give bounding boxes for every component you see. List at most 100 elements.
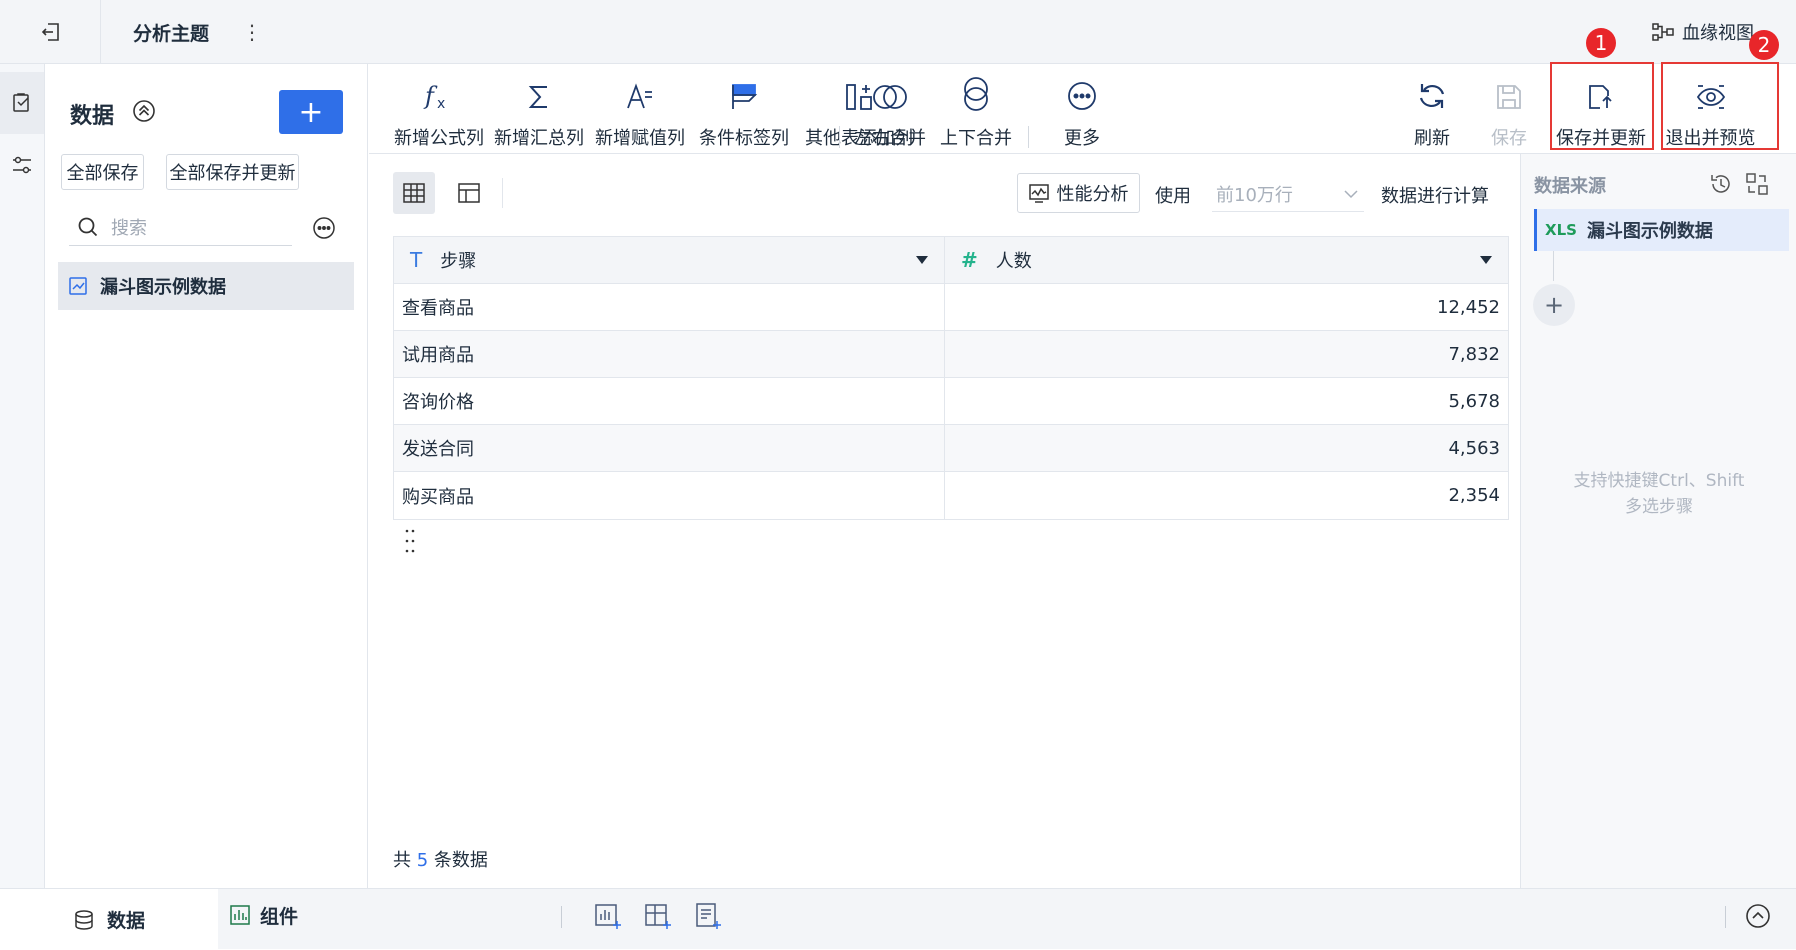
column-header-step[interactable]: T 步骤 <box>394 237 945 283</box>
add-assign-column-button[interactable]: 新增赋值列 <box>594 64 686 154</box>
add-formula-column-button[interactable]: fx 新增公式列 <box>393 64 485 154</box>
xls-file-icon: XLS <box>1545 221 1577 239</box>
column-dropdown-icon[interactable] <box>1480 256 1492 264</box>
table-cell[interactable]: 发送合同 <box>394 425 945 471</box>
table-row: 发送合同 4,563 <box>394 425 1508 472</box>
assign-value-icon <box>625 64 655 118</box>
add-summary-column-button[interactable]: 新增汇总列 <box>493 64 585 154</box>
add-data-button[interactable]: + <box>279 90 343 134</box>
svg-text:f: f <box>423 82 438 110</box>
add-report-icon[interactable] <box>693 901 723 931</box>
column-header-count[interactable]: # 人数 <box>945 237 1508 283</box>
save-icon <box>1494 64 1524 118</box>
table-row: 咨询价格 5,678 <box>394 378 1508 425</box>
add-chart-icon[interactable] <box>593 901 623 931</box>
performance-analysis-label: 性能分析 <box>1056 184 1129 205</box>
add-formula-column-label: 新增公式列 <box>394 128 484 149</box>
search-icon <box>77 216 99 238</box>
settings-sliders-icon[interactable] <box>0 134 44 196</box>
toolbar-divider <box>839 126 840 148</box>
column-header-label: 人数 <box>995 251 1032 272</box>
title-more-icon[interactable]: ⋮ <box>242 18 262 46</box>
formula-icon: fx <box>423 64 455 118</box>
search-placeholder: 搜索 <box>111 217 147 239</box>
table-row: 查看商品 12,452 <box>394 284 1508 331</box>
data-panel-title: 数据 <box>70 104 115 129</box>
data-source-step[interactable]: XLS 漏斗图示例数据 <box>1534 209 1789 251</box>
table-header-row: T 步骤 # 人数 <box>394 237 1508 284</box>
use-label: 使用 <box>1155 186 1191 207</box>
view-divider <box>502 178 503 208</box>
save-all-update-button[interactable]: 全部保存并更新 <box>166 154 299 190</box>
more-circle-icon <box>1066 64 1098 118</box>
step-badge-1: 1 <box>1586 28 1616 58</box>
total-count: 5 <box>416 850 429 871</box>
database-icon <box>73 909 95 931</box>
column-header-label: 步骤 <box>440 251 477 272</box>
data-nav-icon[interactable] <box>0 72 44 134</box>
flag-icon <box>729 64 759 118</box>
merge-vertical-icon <box>961 64 991 118</box>
table-cell[interactable]: 咨询价格 <box>394 378 945 424</box>
collapse-up-icon[interactable] <box>1743 901 1773 931</box>
table-cell[interactable]: 7,832 <box>945 331 1508 377</box>
search-input[interactable]: 搜索 <box>69 208 292 246</box>
lineage-view-button[interactable]: 血缘视图 <box>1652 18 1754 46</box>
up-down-merge-button[interactable]: 上下合并 <box>935 64 1017 154</box>
layout-view-icon[interactable] <box>448 172 490 214</box>
swap-icon[interactable] <box>1744 171 1770 197</box>
toolbar-divider <box>1028 126 1029 148</box>
tab-data[interactable]: 数据 <box>0 889 218 950</box>
condition-tag-column-button[interactable]: 条件标签列 <box>698 64 790 154</box>
save-all-button[interactable]: 全部保存 <box>61 154 144 190</box>
total-prefix: 共 <box>393 850 411 871</box>
tab-component-label: 组件 <box>260 905 299 928</box>
data-list-item-label: 漏斗图示例数据 <box>100 277 226 298</box>
performance-icon <box>1028 183 1049 203</box>
data-list-item[interactable]: 漏斗图示例数据 <box>58 262 354 310</box>
total-suffix: 条数据 <box>433 850 488 871</box>
performance-analysis-button[interactable]: 性能分析 <box>1017 173 1140 213</box>
table-cell[interactable]: 试用商品 <box>394 331 945 377</box>
column-dropdown-icon[interactable] <box>916 256 928 264</box>
table-row: 购买商品 2,354 <box>394 472 1508 519</box>
more-actions-button[interactable]: 更多 <box>1039 64 1125 154</box>
save-and-update-button[interactable] <box>1359 64 1455 154</box>
add-step-button[interactable]: + <box>1533 284 1575 326</box>
bar-chart-icon <box>230 905 250 925</box>
table-view-icon[interactable] <box>393 172 435 214</box>
history-icon[interactable] <box>1708 171 1734 197</box>
number-type-icon: # <box>961 248 978 272</box>
data-panel: 数据 + 全部保存 全部保存并更新 搜索 漏斗图示例数据 <box>45 64 415 888</box>
svg-text:x: x <box>437 96 445 112</box>
merge-horizontal-icon <box>872 64 908 118</box>
more-actions-label: 更多 <box>1064 128 1100 149</box>
chart-data-icon <box>68 276 88 296</box>
condition-tag-column-label: 条件标签列 <box>699 128 789 149</box>
lineage-view-label: 血缘视图 <box>1682 23 1754 44</box>
calculate-label: 数据进行计算 <box>1381 186 1489 207</box>
more-options-icon[interactable] <box>311 215 337 241</box>
collapse-up-icon[interactable] <box>131 98 157 124</box>
title-divider <box>100 0 101 64</box>
exit-icon[interactable] <box>30 14 72 50</box>
table-cell[interactable]: 4,563 <box>945 425 1508 471</box>
add-dashboard-icon[interactable] <box>643 901 673 931</box>
tab-component[interactable]: 组件 <box>230 889 298 941</box>
page-title: 分析主题 <box>133 23 210 45</box>
save-button[interactable]: 保存 <box>1484 64 1534 154</box>
left-right-merge-button[interactable]: 左右合并 <box>849 64 931 154</box>
step-badge-2: 2 <box>1749 30 1779 60</box>
hint-line-2: 多选步骤 <box>1625 497 1693 517</box>
table-cell[interactable]: 12,452 <box>945 284 1508 330</box>
table-cell[interactable]: 2,354 <box>945 472 1508 519</box>
step-connector <box>1553 251 1554 281</box>
multi-select-hint: 支持快捷键Ctrl、Shift 多选步骤 <box>1541 468 1777 520</box>
table-cell[interactable]: 查看商品 <box>394 284 945 330</box>
table-cell[interactable]: 5,678 <box>945 378 1508 424</box>
panel-resize-handle[interactable] <box>403 526 417 556</box>
row-limit-select[interactable]: 前10万行 <box>1212 176 1364 212</box>
bottom-divider <box>1725 906 1726 928</box>
table-cell[interactable]: 购买商品 <box>394 472 945 519</box>
data-table: T 步骤 # 人数 查看商品 12,452 试用商品 7,832 咨询价格 5,… <box>393 236 1509 520</box>
